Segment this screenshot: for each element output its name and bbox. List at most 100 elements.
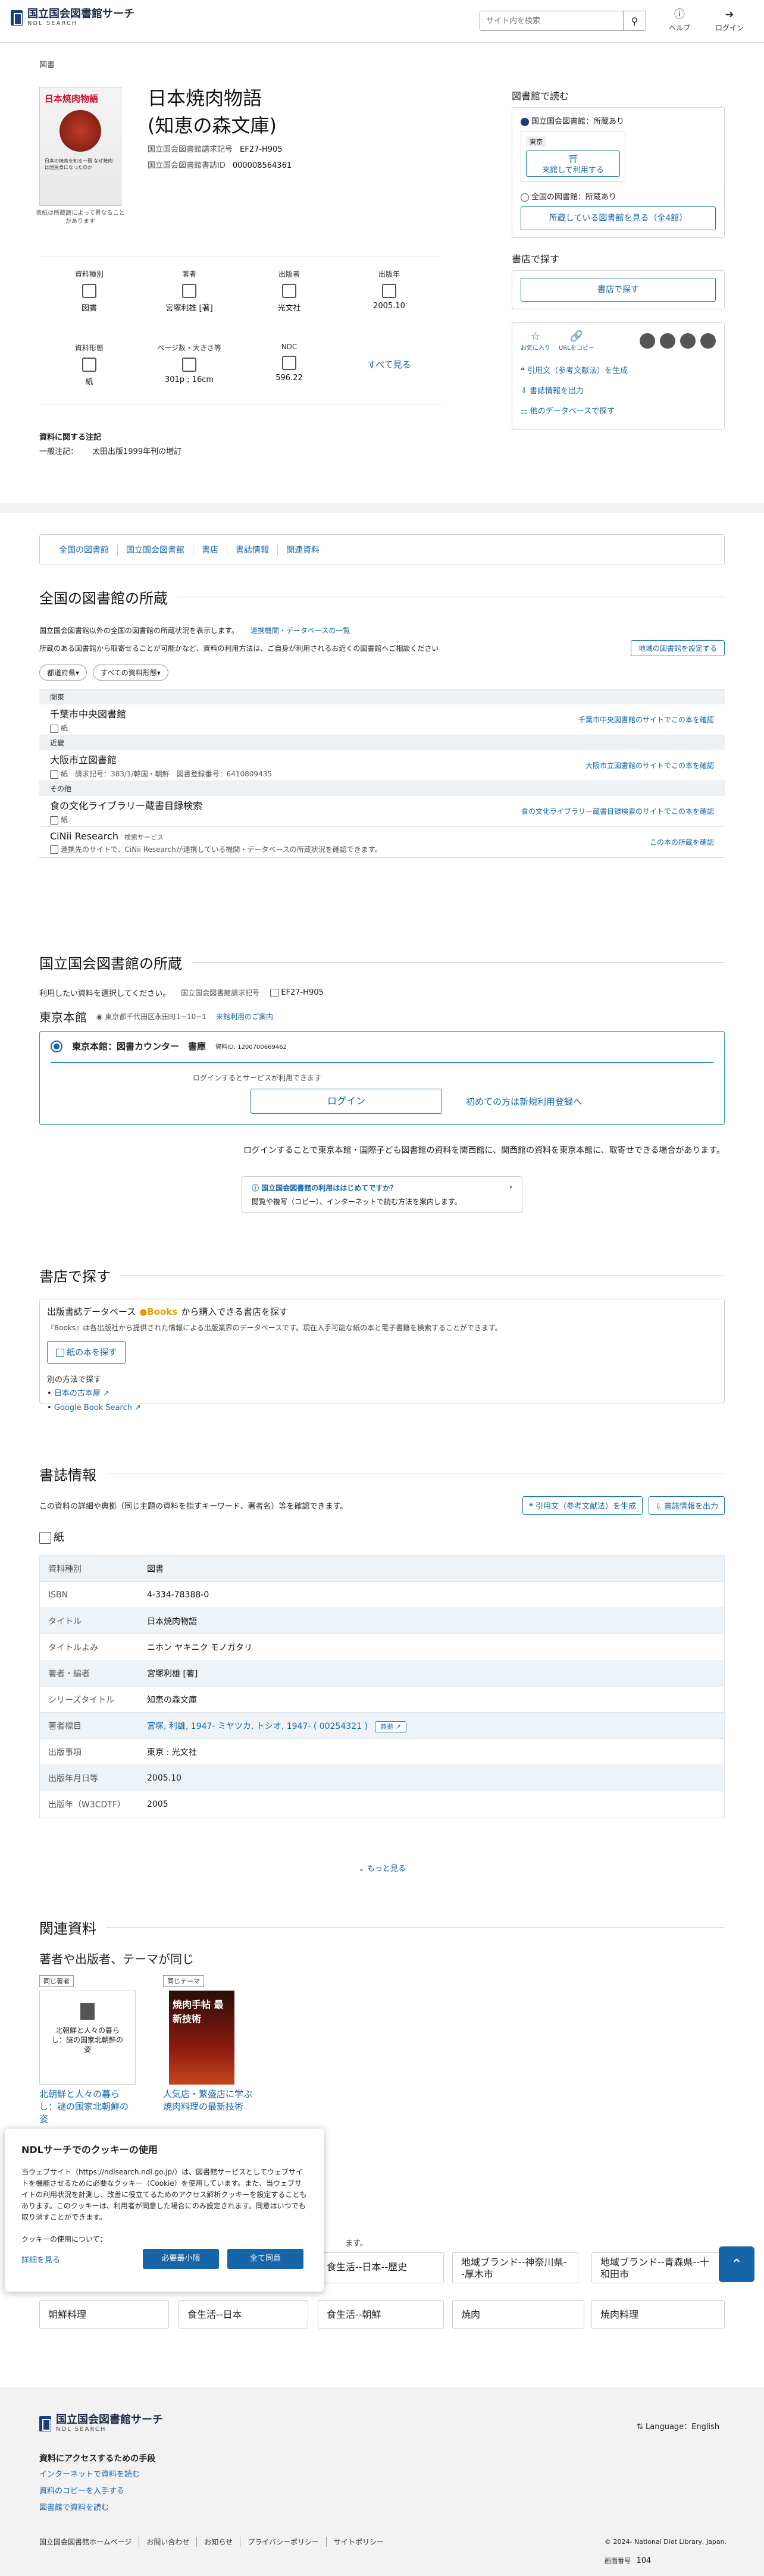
alt-heading: 別の方法で探す xyxy=(47,1375,102,1384)
shop-button[interactable]: 書店で探す xyxy=(521,278,716,302)
book-placeholder-icon xyxy=(80,2003,95,2020)
contact-link[interactable]: お問い合わせ xyxy=(139,2537,198,2547)
subject-tag[interactable]: 食生活--日本--歴史 xyxy=(318,2252,444,2283)
first-time-guide[interactable]: ⓘ 国立国会図書館の利用ははじめてですか？ › 閲覧や複写（コピー）、インターネッ… xyxy=(242,1176,522,1213)
read-online-link[interactable]: インターネットで資料を読む xyxy=(39,2470,140,2479)
national-libraries-button[interactable]: 所蔵している図書館を見る（全4館） xyxy=(521,206,716,230)
prefecture-filter[interactable]: 都道府県▾ xyxy=(39,665,87,681)
region-button[interactable]: 地域の図書館を設定する xyxy=(630,640,725,656)
format-filter[interactable]: すべての資料形態▾ xyxy=(93,665,168,681)
subject-tag[interactable]: 地域ブランド--神奈川県--厚木市 xyxy=(452,2252,578,2283)
visit-button[interactable]: ⛩ 来館して利用する xyxy=(526,151,620,177)
cookie-detail-link[interactable]: 詳細を見る xyxy=(21,2254,134,2265)
fact-label: 出版年 xyxy=(378,270,400,278)
other-db-link[interactable]: ⚏ 他のデータベースで探す xyxy=(521,402,716,422)
tab-national[interactable]: 全国の図書館 xyxy=(51,544,118,556)
cite-link-text[interactable]: 引用文（参考文献法）を生成 xyxy=(527,366,628,375)
library-link[interactable]: 大阪市立図書館のサイトでこの本を確認 xyxy=(585,760,714,770)
national-desc-text: 国立国会図書館以外の全国の図書館の所蔵状況を表示します。 xyxy=(39,626,239,635)
option-id: 資料ID: 1200700669462 xyxy=(215,1044,287,1051)
read-in-library-link[interactable]: 図書館で資料を読む xyxy=(39,2503,109,2512)
show-more-button[interactable]: ⌄ もっと見る xyxy=(0,1862,764,1873)
library-link[interactable]: 千葉市中央図書館のサイトでこの本を確認 xyxy=(578,714,714,725)
chevron-up-icon: ⌃ xyxy=(730,2256,743,2273)
export-link[interactable]: ⇩ 書誌情報を出力 xyxy=(521,381,716,402)
database-icon: ⚏ xyxy=(521,407,530,416)
footer-links: 国立国会図書館ホームページ お問い合わせ お知らせ プライバシーポリシー サイト… xyxy=(39,2537,391,2547)
subject-tag[interactable]: 焼肉 xyxy=(452,2300,584,2329)
tab-shop[interactable]: 書店 xyxy=(193,544,227,556)
subject-tag[interactable]: 朝鮮料理 xyxy=(39,2300,169,2329)
library-link[interactable]: この本の所蔵を確認 xyxy=(650,837,714,847)
cite-link[interactable]: ❝ 引用文（参考文献法）を生成 xyxy=(521,361,716,381)
see-all-link[interactable]: すべて見る xyxy=(339,358,439,371)
kosho-link[interactable]: 日本の古本屋 xyxy=(54,1389,101,1398)
footer-logo[interactable]: 国立国会図書館サーチ NDL SEARCH xyxy=(39,2414,163,2433)
x-share-icon[interactable] xyxy=(640,333,655,349)
related-title[interactable]: 北朝鮮と人々の暮らし：謎の国家北朝鮮の姿 xyxy=(39,2088,136,2126)
cover-subtitle: 日本の焼肉を知る一冊 なぜ焼肉は国民食になったのか xyxy=(45,158,113,170)
library-name: 千葉市中央図書館 xyxy=(50,709,127,720)
fact-pages: ページ数・大きさ等 301p ; 16cm xyxy=(139,343,239,384)
related-item[interactable]: 同じ著者 北朝鮮と人々の暮らし：謎の国家北朝鮮の姿 北朝鮮と人々の暮らし：謎の国… xyxy=(39,1975,136,2126)
related-item[interactable]: 同じテーマ 焼肉手帖 最新技術 人気店・繁盛店に学ぶ焼肉料理の最新技術 xyxy=(163,1975,259,2113)
cite-button[interactable]: ❝ 引用文（参考文献法）を生成 xyxy=(522,1496,643,1515)
login-button[interactable]: ➜ ログイン xyxy=(712,8,747,33)
subject-tag[interactable]: 食生活--朝鮮 xyxy=(318,2300,444,2329)
help-button[interactable]: ⓘ ヘルプ xyxy=(662,8,697,33)
google-books-link[interactable]: Google Book Search xyxy=(54,1403,132,1412)
copy-service-link[interactable]: 資料のコピーを入手する xyxy=(39,2487,124,2496)
tab-related[interactable]: 関連資料 xyxy=(278,544,328,556)
subject-tag[interactable]: 地域ブランド--青森県--十和田市 xyxy=(591,2252,725,2283)
facebook-share-icon[interactable] xyxy=(660,333,675,349)
tab-ndl[interactable]: 国立国会図書館 xyxy=(118,544,193,556)
shop-box: 書店で探す xyxy=(512,270,725,309)
tab-biblio[interactable]: 書誌情報 xyxy=(227,544,278,556)
subjects-tail-text: ます。 xyxy=(345,2239,368,2248)
table-row: シリーズタイトル 知恵の森文庫 xyxy=(40,1687,724,1713)
favorite-button[interactable]: ☆ お気に入り xyxy=(521,330,550,352)
author-link[interactable]: 宮塚, 利雄, 1947- ミヤツカ, トシオ, 1947- ( 0025432… xyxy=(147,1722,368,1731)
subject-tag[interactable]: 焼肉料理 xyxy=(591,2300,725,2329)
subject-tag[interactable]: 食生活--日本 xyxy=(179,2300,308,2329)
related-title[interactable]: 人気店・繁盛店に学ぶ焼肉料理の最新技術 xyxy=(163,2088,259,2113)
holding-option[interactable]: 東京本館：図書カウンター 書庫 資料ID: 1200700669462 xyxy=(51,1040,713,1052)
ndl-home-link[interactable]: 国立国会図書館ホームページ xyxy=(39,2537,140,2547)
line-share-icon[interactable] xyxy=(680,333,696,349)
library-link[interactable]: 食の文化ライブラリー蔵書目録検索のサイトでこの本を確認 xyxy=(521,806,714,816)
library-sub-text: 連携先のサイトで、CiNii Researchが連携している機関・データベースの… xyxy=(61,845,382,854)
cookie-accept-button[interactable]: 全て同意 xyxy=(227,2249,303,2269)
login-icon: ➜ xyxy=(725,8,734,21)
news-link[interactable]: お知らせ xyxy=(197,2537,241,2547)
ndl-login-button[interactable]: ログイン xyxy=(251,1089,442,1114)
cookie-necessary-button[interactable]: 必要最小限 xyxy=(143,2249,219,2269)
search-button[interactable]: ⚲ xyxy=(623,11,646,30)
export-button[interactable]: ⇩ 書誌情報を出力 xyxy=(648,1496,725,1515)
paper-book-button[interactable]: 紙の本を探す xyxy=(47,1341,126,1364)
publisher-link[interactable]: 東京 : 光文社 xyxy=(147,1746,724,1758)
language-switch[interactable]: ⇅ Language：English xyxy=(637,2420,719,2431)
row-key: 出版年（W3CDTF） xyxy=(48,1800,126,1810)
search-input[interactable] xyxy=(480,11,623,30)
ndl-section: 国立国会図書館の所蔵 利用したい資料を選択してください。 国立国会図書館請求記号… xyxy=(39,952,725,1213)
language-label: Language：English xyxy=(646,2423,720,2431)
title-link[interactable]: 日本焼肉物語 xyxy=(147,1615,724,1627)
format-title-text: 紙 xyxy=(54,1531,64,1544)
register-link[interactable]: 初めての方は新規利用登録へ xyxy=(466,1095,582,1108)
back-to-top-button[interactable]: ⌃ xyxy=(719,2246,754,2282)
series-link[interactable]: 知恵の森文庫 xyxy=(147,1694,724,1706)
selected-radio[interactable] xyxy=(51,1040,62,1052)
biblio-id: 国立国会図書館書誌ID 000008564361 xyxy=(148,159,292,170)
mail-share-icon[interactable] xyxy=(700,333,716,349)
export-link-text[interactable]: 書誌情報を出力 xyxy=(530,387,584,396)
copy-url-button[interactable]: 🔗 URLをコピー xyxy=(559,330,594,352)
fact-label: 資料種別 xyxy=(74,270,104,278)
other-db-link-text[interactable]: 他のデータベースで探す xyxy=(530,407,615,416)
privacy-link[interactable]: プライバシーポリシー xyxy=(240,2537,327,2547)
site-policy-link[interactable]: サイトポリシー xyxy=(327,2537,391,2547)
authority-button[interactable]: 典拠 ↗ xyxy=(374,1721,406,1732)
visit-info-link[interactable]: 来館利用のご案内 xyxy=(216,1011,273,1021)
partner-list-link[interactable]: 連携機関・データベースの一覧 xyxy=(251,626,350,635)
book-icon xyxy=(50,816,58,825)
site-logo[interactable]: 国立国会図書館サーチ NDL SEARCH xyxy=(11,8,134,27)
